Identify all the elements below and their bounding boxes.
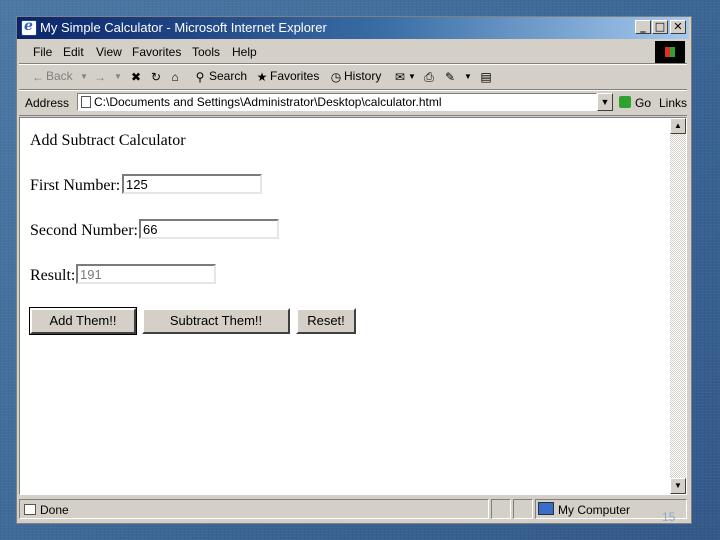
my-computer-icon — [538, 502, 554, 515]
scroll-up-button[interactable]: ▲ — [670, 118, 686, 134]
status-pane-empty — [513, 499, 533, 519]
page-content: Add Subtract Calculator First Number: Se… — [20, 118, 670, 494]
search-button[interactable]: Search — [209, 69, 247, 83]
window-title: My Simple Calculator - Microsoft Interne… — [40, 20, 327, 35]
links-button[interactable]: Links — [659, 96, 687, 110]
windows-logo-icon — [655, 41, 685, 63]
history-icon: ◷ — [330, 70, 342, 84]
vertical-scrollbar[interactable]: ▲ ▼ — [670, 118, 686, 494]
close-button[interactable]: ✕ — [670, 20, 686, 34]
forward-button[interactable]: → — [93, 70, 107, 84]
browser-window: My Simple Calculator - Microsoft Interne… — [16, 16, 692, 524]
status-pane-empty — [491, 499, 511, 519]
discuss-icon[interactable]: ▤ — [479, 70, 493, 84]
chevron-down-icon[interactable]: ▼ — [405, 70, 419, 84]
chevron-down-icon[interactable]: ▼ — [77, 70, 91, 84]
menu-tools[interactable]: Tools — [192, 45, 220, 59]
page-done-icon — [24, 504, 36, 515]
title-bar: My Simple Calculator - Microsoft Interne… — [17, 17, 689, 39]
restore-button[interactable]: □ — [652, 20, 668, 34]
first-number-input[interactable] — [122, 174, 262, 194]
search-icon: ⚲ — [195, 70, 205, 84]
reset-button[interactable]: Reset! — [296, 308, 356, 334]
status-text: Done — [40, 503, 69, 517]
address-bar: Address C:\Documents and Settings\Admini… — [19, 91, 687, 116]
chevron-down-icon[interactable]: ▼ — [111, 70, 125, 84]
status-pane: Done — [19, 499, 489, 519]
result-label: Result: — [30, 267, 76, 284]
back-arrow-icon: ← — [32, 70, 44, 84]
favorites-button[interactable]: Favorites — [270, 69, 319, 83]
slide-number: 15 — [662, 510, 676, 524]
address-dropdown-button[interactable]: ▼ — [597, 93, 613, 111]
go-arrow-icon — [619, 96, 631, 108]
menu-edit[interactable]: Edit — [63, 45, 84, 59]
menu-favorites[interactable]: Favorites — [132, 45, 181, 59]
page-title: Add Subtract Calculator — [30, 132, 186, 149]
edit-icon[interactable]: ✎ — [443, 70, 457, 84]
menu-bar: File Edit View Favorites Tools Help — [19, 41, 687, 64]
refresh-button[interactable]: ↻ — [149, 70, 163, 84]
subtract-button[interactable]: Subtract Them!! — [142, 308, 290, 334]
back-button[interactable]: Back — [46, 69, 73, 83]
menu-help[interactable]: Help — [232, 45, 257, 59]
status-bar: Done My Computer — [19, 499, 687, 519]
chevron-down-icon[interactable]: ▼ — [461, 70, 475, 84]
menu-view[interactable]: View — [96, 45, 122, 59]
print-icon[interactable]: ⎙ — [422, 70, 436, 84]
address-input[interactable]: C:\Documents and Settings\Administrator\… — [77, 93, 597, 111]
internet-explorer-icon — [21, 18, 37, 36]
menu-file[interactable]: File — [33, 45, 52, 59]
second-number-input[interactable] — [139, 219, 279, 239]
stop-button[interactable]: ✖ — [129, 70, 143, 84]
standard-toolbar: ← Back ▼ → ▼ ✖ ↻ ⌂ ⚲ Search ★ Favorites … — [19, 65, 687, 90]
address-value: C:\Documents and Settings\Administrator\… — [94, 95, 442, 109]
home-button[interactable]: ⌂ — [168, 70, 182, 84]
minimize-button[interactable]: _ — [635, 20, 651, 34]
page-icon — [81, 96, 91, 108]
history-button[interactable]: History — [344, 69, 381, 83]
scroll-down-button[interactable]: ▼ — [670, 478, 686, 494]
favorites-icon: ★ — [256, 70, 268, 84]
first-number-label: First Number: — [30, 177, 121, 194]
go-button[interactable]: Go — [635, 96, 651, 110]
add-button[interactable]: Add Them!! — [29, 307, 137, 335]
result-field — [76, 264, 216, 284]
page-viewport: Add Subtract Calculator First Number: Se… — [19, 117, 687, 495]
address-label: Address — [25, 96, 70, 110]
second-number-label: Second Number: — [30, 222, 138, 239]
zone-text: My Computer — [558, 503, 631, 517]
